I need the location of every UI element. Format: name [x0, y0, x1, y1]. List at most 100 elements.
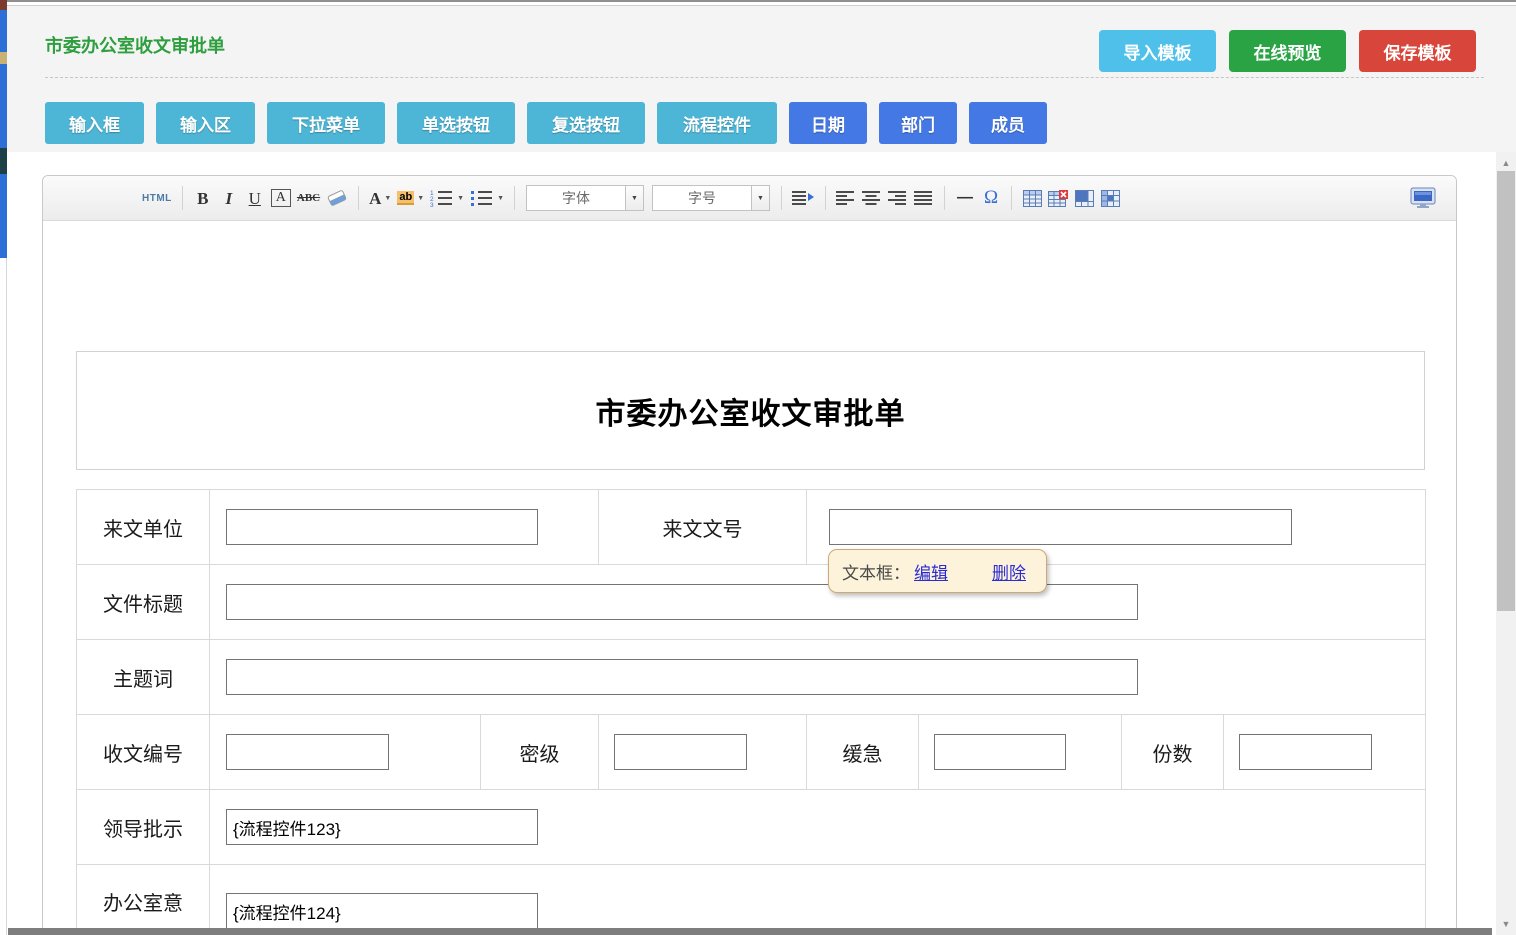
chevron-down-icon[interactable]: ▼	[751, 186, 769, 210]
field-label-doc-title: 文件标题	[77, 565, 210, 640]
horizontal-scrollbar[interactable]	[8, 928, 1492, 935]
field-label-doc-number: 来文文号	[599, 490, 807, 565]
palette-date-button[interactable]: 日期	[789, 102, 867, 144]
font-style-button[interactable]: A	[271, 185, 291, 211]
delete-table-button[interactable]	[1048, 185, 1068, 211]
omega-icon: Ω	[984, 187, 998, 209]
online-preview-button[interactable]: 在线预览	[1229, 30, 1346, 72]
palette-checkbox-button[interactable]: 复选按钮	[527, 102, 645, 144]
insert-table-button[interactable]	[1022, 185, 1042, 211]
font-color-button[interactable]: A ▼	[369, 185, 391, 211]
palette-radio-button[interactable]: 单选按钮	[397, 102, 515, 144]
horizontal-rule-icon: —	[957, 189, 973, 207]
table-properties-button[interactable]	[1074, 185, 1094, 211]
vertical-scrollbar[interactable]: ▲ ▼	[1496, 152, 1516, 935]
paragraph-format-button[interactable]	[792, 185, 815, 211]
paragraph-format-icon	[792, 190, 815, 206]
font-size-select-label: 字号	[653, 188, 751, 208]
align-left-icon	[836, 190, 856, 206]
font-style-icon: A	[271, 189, 291, 207]
font-family-select[interactable]: 字体 ▼	[526, 185, 644, 211]
field-cell	[210, 715, 481, 790]
horizontal-rule-button[interactable]: —	[955, 185, 975, 211]
align-right-button[interactable]	[888, 185, 908, 211]
field-cell	[1224, 715, 1426, 790]
strikethrough-button[interactable]: ABC	[297, 185, 320, 211]
field-label-urgency: 缓急	[807, 715, 919, 790]
special-char-button[interactable]: Ω	[981, 185, 1001, 211]
page-title: 市委办公室收文审批单	[45, 32, 225, 58]
chevron-down-icon[interactable]: ▼	[625, 186, 643, 210]
field-label-secrecy: 密级	[481, 715, 599, 790]
scrollbar-thumb[interactable]	[1497, 171, 1515, 611]
keywords-input[interactable]	[226, 659, 1138, 695]
source-code-icon: HTML	[142, 193, 172, 204]
fullscreen-button[interactable]	[1410, 185, 1436, 211]
unordered-list-button[interactable]: ▼	[470, 185, 504, 211]
copies-input[interactable]	[1239, 734, 1372, 770]
source-unit-input[interactable]	[226, 509, 538, 545]
toolbar-separator	[358, 186, 359, 210]
palette-flow-control-button[interactable]: 流程控件	[657, 102, 777, 144]
header-divider	[45, 77, 1484, 78]
table-row: 主题词	[77, 640, 1426, 715]
secrecy-input[interactable]	[614, 734, 747, 770]
ordered-list-button[interactable]: 1 2 3 ▼	[430, 185, 464, 211]
edit-control-link[interactable]: 编辑	[914, 559, 948, 584]
form-title: 市委办公室收文审批单	[596, 389, 906, 433]
import-template-button[interactable]: 导入模板	[1099, 30, 1216, 72]
highlight-color-icon: ab	[397, 191, 414, 205]
align-center-button[interactable]	[862, 185, 882, 211]
cell-properties-button[interactable]	[1100, 185, 1120, 211]
doc-number-input[interactable]	[829, 509, 1292, 545]
office-opinion-input[interactable]	[226, 893, 538, 929]
urgency-input[interactable]	[934, 734, 1066, 770]
source-code-button[interactable]: HTML	[142, 185, 172, 211]
control-edit-tooltip: 文本框： 编辑 删除	[828, 549, 1047, 593]
save-template-button[interactable]: 保存模板	[1359, 30, 1476, 72]
underline-button[interactable]: U	[245, 185, 265, 211]
align-center-icon	[862, 190, 882, 206]
field-label-keywords: 主题词	[77, 640, 210, 715]
highlight-color-button[interactable]: ab ▼	[397, 185, 424, 211]
palette-dropdown-button[interactable]: 下拉菜单	[267, 102, 385, 144]
table-row: 来文单位 来文文号	[77, 490, 1426, 565]
palette-department-button[interactable]: 部门	[879, 102, 957, 144]
underline-icon: U	[249, 190, 261, 207]
chevron-down-icon: ▼	[417, 195, 424, 202]
table-row: 办公室意	[77, 865, 1426, 935]
editor-toolbar: HTML B I U A ABC A ▼	[43, 176, 1456, 221]
italic-button[interactable]: I	[219, 185, 239, 211]
field-label-source-unit: 来文单位	[77, 490, 210, 565]
table-row: 文件标题	[77, 565, 1426, 640]
field-cell	[210, 565, 1426, 640]
chevron-down-icon: ▼	[497, 195, 504, 202]
align-justify-button[interactable]	[914, 185, 934, 211]
field-label-copies: 份数	[1122, 715, 1224, 790]
remove-format-button[interactable]	[326, 185, 348, 211]
toolbar-separator	[182, 186, 183, 210]
toolbar-separator	[1011, 186, 1012, 210]
font-size-select[interactable]: 字号 ▼	[652, 185, 770, 211]
palette-input-box-button[interactable]: 输入框	[45, 102, 144, 144]
delete-control-link[interactable]: 删除	[992, 559, 1026, 584]
strikethrough-icon: ABC	[297, 193, 320, 204]
align-left-button[interactable]	[836, 185, 856, 211]
table-properties-icon	[1075, 190, 1094, 207]
chevron-down-icon: ▼	[384, 195, 391, 202]
scroll-up-icon[interactable]: ▲	[1496, 155, 1516, 171]
scroll-down-icon[interactable]: ▼	[1496, 916, 1516, 932]
bold-button[interactable]: B	[193, 185, 213, 211]
window-left-border	[6, 258, 7, 935]
form-title-box: 市委办公室收文审批单	[76, 351, 1425, 470]
background-window-mark	[0, 148, 7, 174]
palette-textarea-button[interactable]: 输入区	[156, 102, 255, 144]
field-cell	[210, 490, 599, 565]
insert-table-icon	[1023, 190, 1042, 207]
palette-member-button[interactable]: 成员	[969, 102, 1047, 144]
field-cell	[599, 715, 807, 790]
leader-remarks-input[interactable]	[226, 809, 538, 845]
receipt-number-input[interactable]	[226, 734, 389, 770]
window-top-border	[0, 0, 1516, 2]
header-action-buttons: 导入模板 在线预览 保存模板	[1099, 30, 1476, 72]
